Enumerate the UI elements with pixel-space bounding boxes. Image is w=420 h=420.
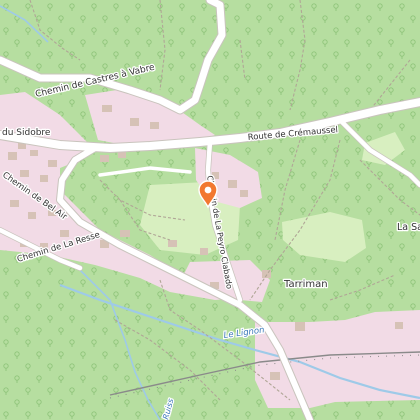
label-du-sidobre: du Sidobre: [2, 128, 51, 138]
map-canvas[interactable]: Chemin de Castres à Vabre Route de Créma…: [0, 0, 420, 420]
label-tarriman: Tarriman: [283, 279, 328, 290]
label-la-sa: La Sa: [397, 222, 420, 233]
